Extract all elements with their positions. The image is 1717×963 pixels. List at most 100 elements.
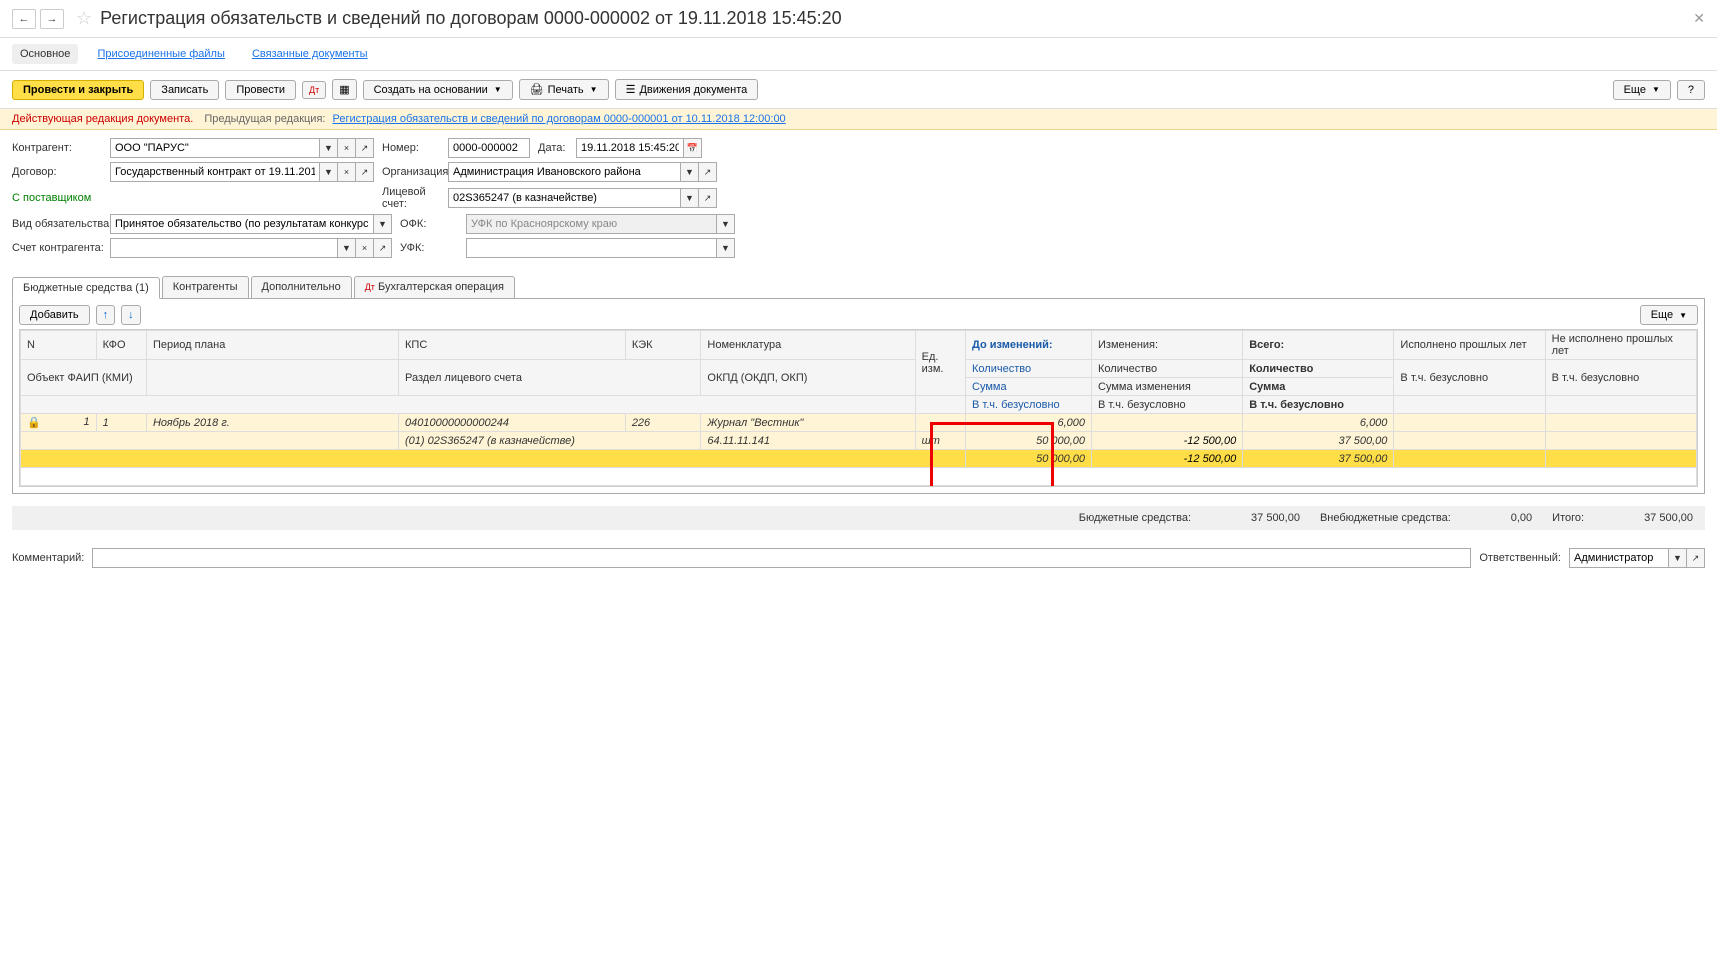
nav-back-button[interactable]: ← — [12, 9, 36, 29]
col-before-sum[interactable]: Сумма — [966, 378, 1092, 396]
save-button[interactable]: Записать — [150, 80, 219, 100]
col-before[interactable]: До изменений: — [966, 331, 1092, 360]
col-unit[interactable]: Ед. изм. — [915, 331, 965, 396]
tab-main[interactable]: Основное — [12, 44, 78, 64]
org-input[interactable] — [448, 162, 681, 182]
previous-revision-label: Предыдущая редакция: — [204, 113, 325, 125]
printer-icon: 🖨 — [530, 83, 544, 96]
col-before-qty[interactable]: Количество — [966, 360, 1092, 378]
dt-kt-button[interactable]: Дт — [302, 81, 326, 99]
account-input[interactable] — [448, 188, 681, 208]
account-label: Лицевой счет: — [382, 186, 440, 210]
col-change-sum[interactable]: Сумма изменения — [1092, 378, 1243, 396]
tab-additional[interactable]: Дополнительно — [251, 276, 352, 298]
table-row[interactable]: 🔒1 1 Ноябрь 2018 г. 04010000000000244 22… — [21, 414, 1697, 432]
open-icon[interactable]: ↗ — [1687, 548, 1705, 568]
col-faip[interactable]: Объект ФАИП (КМИ) — [21, 360, 147, 396]
clear-icon[interactable]: × — [338, 138, 356, 158]
more-button[interactable]: Еще▼ — [1613, 80, 1671, 100]
grand-total-label: Итого: — [1552, 512, 1584, 524]
dropdown-icon[interactable]: ▼ — [338, 238, 356, 258]
number-label: Номер: — [382, 142, 440, 154]
dropdown-icon[interactable]: ▼ — [320, 138, 338, 158]
create-based-button[interactable]: Создать на основании▼ — [363, 80, 513, 100]
dropdown-icon[interactable]: ▼ — [1669, 548, 1687, 568]
col-exec-uncond[interactable]: В т.ч. безусловно — [1394, 360, 1545, 396]
col-total-sum[interactable]: Сумма — [1243, 378, 1394, 396]
grid-more-button[interactable]: Еще▼ — [1640, 305, 1698, 325]
open-icon[interactable]: ↗ — [699, 188, 717, 208]
clear-icon[interactable]: × — [356, 238, 374, 258]
org-label: Организация: — [382, 166, 440, 178]
open-icon[interactable]: ↗ — [356, 162, 374, 182]
col-n[interactable]: N — [21, 331, 97, 360]
col-total[interactable]: Всего: — [1243, 331, 1394, 360]
add-row-button[interactable]: Добавить — [19, 305, 90, 325]
favorite-star-icon[interactable]: ☆ — [76, 8, 92, 29]
date-input[interactable] — [576, 138, 684, 158]
post-and-close-button[interactable]: Провести и закрыть — [12, 80, 144, 100]
contract-input[interactable] — [110, 162, 320, 182]
col-nomen[interactable]: Номенклатура — [701, 331, 915, 360]
dropdown-icon[interactable]: ▼ — [717, 238, 735, 258]
open-icon[interactable]: ↗ — [356, 138, 374, 158]
col-not-exec-prev[interactable]: Не исполнено прошлых лет — [1545, 331, 1696, 360]
comment-input[interactable] — [92, 548, 1471, 568]
ofk-input[interactable] — [466, 214, 717, 234]
col-kps[interactable]: КПС — [399, 331, 626, 360]
dropdown-icon[interactable]: ▼ — [320, 162, 338, 182]
col-change-uncond[interactable]: В т.ч. безусловно — [1092, 396, 1243, 414]
ufk-input[interactable] — [466, 238, 717, 258]
col-period[interactable]: Период плана — [146, 331, 398, 360]
col-change-qty[interactable]: Количество — [1092, 360, 1243, 378]
help-button[interactable]: ? — [1677, 80, 1705, 100]
open-icon[interactable]: ↗ — [374, 238, 392, 258]
open-icon[interactable]: ↗ — [699, 162, 717, 182]
contract-label: Договор: — [12, 166, 102, 178]
number-input[interactable] — [448, 138, 530, 158]
calendar-icon[interactable]: 📅 — [684, 138, 702, 158]
counterparty-account-input[interactable] — [110, 238, 338, 258]
nav-forward-button[interactable]: → — [40, 9, 64, 29]
dropdown-icon[interactable]: ▼ — [681, 188, 699, 208]
col-section[interactable]: Раздел лицевого счета — [399, 360, 701, 396]
table-row[interactable]: (01) 02S365247 (в казначействе) 64.11.11… — [21, 432, 1697, 450]
move-down-button[interactable]: ↓ — [121, 305, 141, 325]
top-tabs: Основное Присоединенные файлы Связанные … — [0, 38, 1717, 71]
tab-budget-funds[interactable]: Бюджетные средства (1) — [12, 277, 160, 299]
col-changes[interactable]: Изменения: — [1092, 331, 1243, 360]
post-button[interactable]: Провести — [225, 80, 296, 100]
dropdown-icon[interactable]: ▼ — [681, 162, 699, 182]
tab-attached-files[interactable]: Присоединенные файлы — [89, 44, 232, 64]
page-title: Регистрация обязательств и сведений по д… — [100, 8, 842, 29]
col-total-uncond[interactable]: В т.ч. безусловно — [1243, 396, 1394, 414]
clear-icon[interactable]: × — [338, 162, 356, 182]
print-button[interactable]: 🖨Печать▼ — [519, 79, 609, 100]
move-up-button[interactable]: ↑ — [96, 305, 116, 325]
supplier-label: С поставщиком — [12, 192, 102, 204]
responsible-input[interactable] — [1569, 548, 1669, 568]
tab-accounting-op[interactable]: Дт Бухгалтерская операция — [354, 276, 515, 298]
close-icon[interactable]: ✕ — [1693, 10, 1705, 27]
col-exec-prev[interactable]: Исполнено прошлых лет — [1394, 331, 1545, 360]
date-label: Дата: — [538, 142, 568, 154]
col-total-qty[interactable]: Количество — [1243, 360, 1394, 378]
dropdown-icon[interactable]: ▼ — [374, 214, 392, 234]
form-section: Контрагент: ▼ × ↗ Номер: Дата: 📅 Договор… — [0, 130, 1717, 270]
doc-movements-button[interactable]: ☰Движения документа — [615, 79, 759, 100]
obligation-type-input[interactable] — [110, 214, 374, 234]
col-notexec-uncond[interactable]: В т.ч. безусловно — [1545, 360, 1696, 396]
budget-grid: N КФО Период плана КПС КЭК Номенклатура … — [19, 329, 1698, 487]
report-button[interactable]: ▦ — [332, 79, 356, 100]
dropdown-icon[interactable]: ▼ — [717, 214, 735, 234]
counterparty-input[interactable] — [110, 138, 320, 158]
col-okpd[interactable]: ОКПД (ОКДП, ОКП) — [701, 360, 915, 396]
previous-revision-link[interactable]: Регистрация обязательств и сведений по д… — [333, 113, 786, 125]
table-row[interactable]: 50 000,00 -12 500,00 37 500,00 — [21, 450, 1697, 468]
tab-linked-docs[interactable]: Связанные документы — [244, 44, 376, 64]
col-before-uncond[interactable]: В т.ч. безусловно — [966, 396, 1092, 414]
col-kfo[interactable]: КФО — [96, 331, 146, 360]
col-kek[interactable]: КЭК — [625, 331, 701, 360]
data-tabs: Бюджетные средства (1) Контрагенты Допол… — [12, 276, 1705, 299]
tab-counterparties[interactable]: Контрагенты — [162, 276, 249, 298]
